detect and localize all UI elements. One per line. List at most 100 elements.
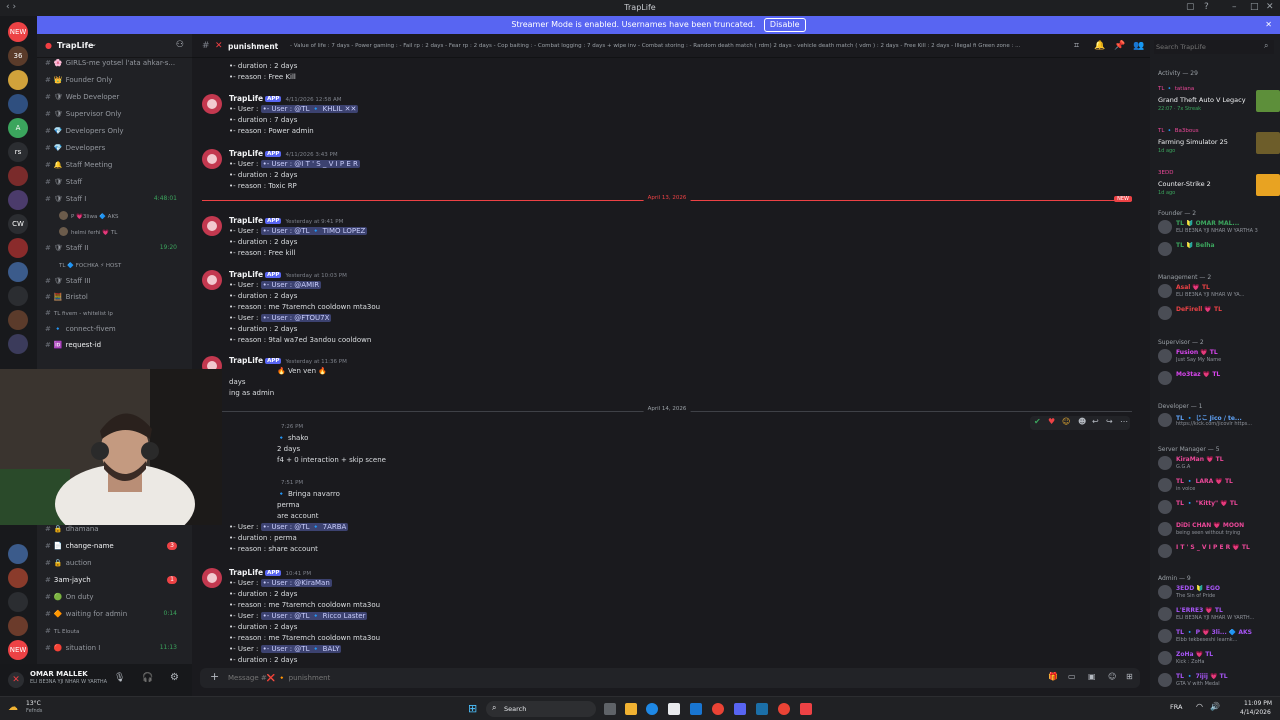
channel-item[interactable]: # 🛡 Staff bbox=[45, 175, 185, 189]
member-item[interactable]: Fusion 💗 TL Just Say My Name bbox=[1154, 349, 1272, 363]
channel-item[interactable]: # 🟢 On duty bbox=[45, 590, 185, 604]
server-icon[interactable] bbox=[8, 238, 28, 258]
server-icon[interactable] bbox=[8, 94, 28, 114]
channel-item[interactable]: # 🛡 Supervisor Only bbox=[45, 107, 185, 121]
server-icon[interactable] bbox=[8, 544, 28, 564]
emoji-picker-icon[interactable]: ☺ bbox=[1108, 672, 1116, 681]
channel-item[interactable]: # 🔴 situation I 11:13 bbox=[45, 641, 185, 655]
user-mention[interactable]: •- User : @FTOU7X bbox=[260, 314, 332, 322]
server-header[interactable]: ● TrapLife ⌄ ⚇ bbox=[37, 34, 192, 58]
voice-user[interactable]: helmi ferhi 💗 TL bbox=[59, 225, 117, 239]
member-item[interactable]: L'ERRE3 💗 TL ELI BE3NA YJI NHAR W YARTH..… bbox=[1154, 607, 1272, 621]
server-icon[interactable] bbox=[8, 616, 28, 636]
channel-item[interactable]: # 🔶 waiting for admin 0:14 bbox=[45, 607, 185, 621]
author-avatar[interactable] bbox=[202, 149, 222, 169]
user-mention[interactable]: •- User : @AMIR bbox=[260, 281, 322, 289]
member-item[interactable]: TL 🔰 Belha bbox=[1154, 242, 1272, 256]
discord-icon[interactable] bbox=[734, 703, 746, 715]
server-icon[interactable] bbox=[8, 166, 28, 186]
server-icon[interactable]: CW bbox=[8, 214, 28, 234]
mail-icon[interactable] bbox=[690, 703, 702, 715]
channel-item[interactable]: # TL Elouta bbox=[45, 624, 185, 638]
member-item[interactable]: KiraMan 💗 TL G.G.A bbox=[1154, 456, 1272, 470]
gift-icon[interactable]: 🎁 bbox=[1048, 672, 1058, 681]
channel-item[interactable]: # 🌸 GIRLS-me yotsel l'ata ahkar-s... bbox=[45, 56, 185, 70]
activity-card[interactable]: TL 🔹 tatiana Grand Theft Auto V Legacy 22:… bbox=[1158, 86, 1280, 124]
chrome-icon[interactable] bbox=[712, 703, 724, 715]
channel-item[interactable]: # 👑 Founder Only bbox=[45, 73, 185, 87]
member-item[interactable]: 3EDD 🔰 EGO The Sin of Pride bbox=[1154, 585, 1272, 599]
emoji-icon[interactable]: ☺ bbox=[1062, 417, 1070, 426]
store-icon[interactable] bbox=[668, 703, 680, 715]
user-mention[interactable]: •- User : @KiraMan bbox=[260, 579, 332, 587]
user-mention[interactable]: •- User : @TL 🔹 Ricco Laster bbox=[260, 612, 368, 620]
server-icon[interactable] bbox=[8, 70, 28, 90]
channel-item[interactable]: #3am-jaych 1 bbox=[45, 573, 185, 587]
bell-icon[interactable]: 🔔 bbox=[1094, 41, 1105, 51]
activity-card[interactable]: 3EDD Counter-Strike 2 1d ago bbox=[1158, 170, 1280, 208]
channel-item[interactable]: # 🔔 Staff Meeting bbox=[45, 158, 185, 172]
members-icon[interactable]: 👥 bbox=[1133, 41, 1144, 51]
member-item[interactable]: TL 🔹 P 💗 3li... 🔷 AKS Elbb tekbeseshi lea… bbox=[1154, 629, 1272, 643]
server-icon[interactable] bbox=[8, 190, 28, 210]
channel-topic[interactable]: - Value of life : 7 days - Power gaming … bbox=[290, 43, 1060, 49]
channel-item[interactable]: # 💎 Developers bbox=[45, 141, 185, 155]
author-name[interactable]: TrapLife bbox=[229, 94, 263, 103]
maximize-icon[interactable]: □ bbox=[1250, 2, 1259, 12]
add-member-icon[interactable]: ⚇ bbox=[176, 40, 184, 50]
headphones-icon[interactable]: 🎧 bbox=[142, 673, 153, 683]
app-icon[interactable] bbox=[800, 703, 812, 715]
member-item[interactable]: TL 🔰 OMAR MAL... ELI BE3NA YJI NHAR W YAR… bbox=[1154, 220, 1272, 234]
sticker-icon[interactable]: ▣ bbox=[1088, 672, 1096, 681]
task-view-icon[interactable] bbox=[604, 703, 616, 715]
add-reaction-icon[interactable]: ☻ bbox=[1078, 417, 1086, 426]
obs-icon[interactable] bbox=[778, 703, 790, 715]
attach-plus-icon[interactable]: + bbox=[210, 670, 219, 683]
message-input[interactable] bbox=[228, 671, 1028, 685]
server-icon[interactable]: NEW bbox=[8, 22, 28, 42]
server-icon[interactable] bbox=[8, 286, 28, 306]
member-item[interactable]: ZoHa 💗 TL Kick : ZoHa bbox=[1154, 651, 1272, 665]
clock-date[interactable]: 4/14/2026 bbox=[1240, 709, 1271, 716]
weather-icon[interactable]: ☁ bbox=[8, 702, 18, 713]
close-icon[interactable]: ✕ bbox=[1266, 2, 1274, 12]
voice-user[interactable]: P 💗3liwa 🔷 AKS bbox=[59, 209, 119, 223]
member-item[interactable]: TL 🔹 じこ Jico / te... https://kick.com/jic… bbox=[1154, 413, 1272, 427]
server-icon[interactable] bbox=[8, 334, 28, 354]
member-item[interactable]: DiDi CHAN 💗 MOON being seen without tryin… bbox=[1154, 522, 1272, 536]
channel-item[interactable]: # 🛡 Staff II 19:20 bbox=[45, 241, 185, 255]
server-icon[interactable]: A bbox=[8, 118, 28, 138]
channel-item[interactable]: # 🔒 auction bbox=[45, 556, 185, 570]
server-icon[interactable]: NEW bbox=[8, 640, 28, 660]
apps-icon[interactable]: ⊞ bbox=[1126, 672, 1133, 681]
user-mention[interactable]: •- User : @TL 🔹 BALY bbox=[260, 645, 342, 653]
author-name[interactable]: TrapLife bbox=[229, 270, 263, 279]
channel-item[interactable]: # 🔹 connect-fivem bbox=[45, 322, 185, 336]
voice-user[interactable]: TL 🔷 FOCHKA ⚡ HOST bbox=[59, 258, 121, 272]
channel-item[interactable]: # 🛡 Web Developer bbox=[45, 90, 185, 104]
server-icon[interactable] bbox=[8, 262, 28, 282]
minimize-icon[interactable]: – bbox=[1232, 2, 1237, 12]
edge-icon[interactable] bbox=[646, 703, 658, 715]
author-avatar[interactable] bbox=[202, 270, 222, 290]
server-icon[interactable] bbox=[8, 310, 28, 330]
taskbar-search[interactable]: ⌕ Search bbox=[486, 701, 596, 717]
wifi-icon[interactable]: ◠ bbox=[1196, 702, 1203, 711]
activity-card[interactable]: TL 🔹 Ba3bous Farming Simulator 25 1d ago bbox=[1158, 128, 1280, 166]
channel-item[interactable]: # 🛡 Staff I 4:48:01 bbox=[45, 192, 185, 206]
channel-item[interactable]: # 💎 Developers Only bbox=[45, 124, 185, 138]
author-avatar[interactable] bbox=[202, 94, 222, 114]
channel-item[interactable]: # 🆔 request-id bbox=[45, 338, 185, 352]
author-name[interactable]: TrapLife bbox=[229, 216, 263, 225]
user-mention[interactable]: •- User : @TL 🔹 KHLIL ✕✕ bbox=[260, 105, 359, 113]
microphone-icon[interactable]: 🎙 bbox=[114, 673, 125, 683]
settings-gear-icon[interactable]: ⚙ bbox=[170, 672, 179, 683]
more-icon[interactable]: ⋯ bbox=[1120, 417, 1128, 426]
member-item[interactable]: TL 🔹 "Kitty" 💗 TL bbox=[1154, 500, 1272, 514]
inbox-icon[interactable]: ▢ bbox=[1186, 2, 1195, 12]
help-icon[interactable]: ? bbox=[1204, 2, 1209, 12]
user-mention[interactable]: •- User : @TL 🔹 7ARBA bbox=[260, 523, 349, 531]
user-avatar[interactable]: ✕ bbox=[8, 672, 24, 688]
disable-button[interactable]: Disable bbox=[763, 18, 806, 32]
author-avatar[interactable] bbox=[202, 216, 222, 236]
